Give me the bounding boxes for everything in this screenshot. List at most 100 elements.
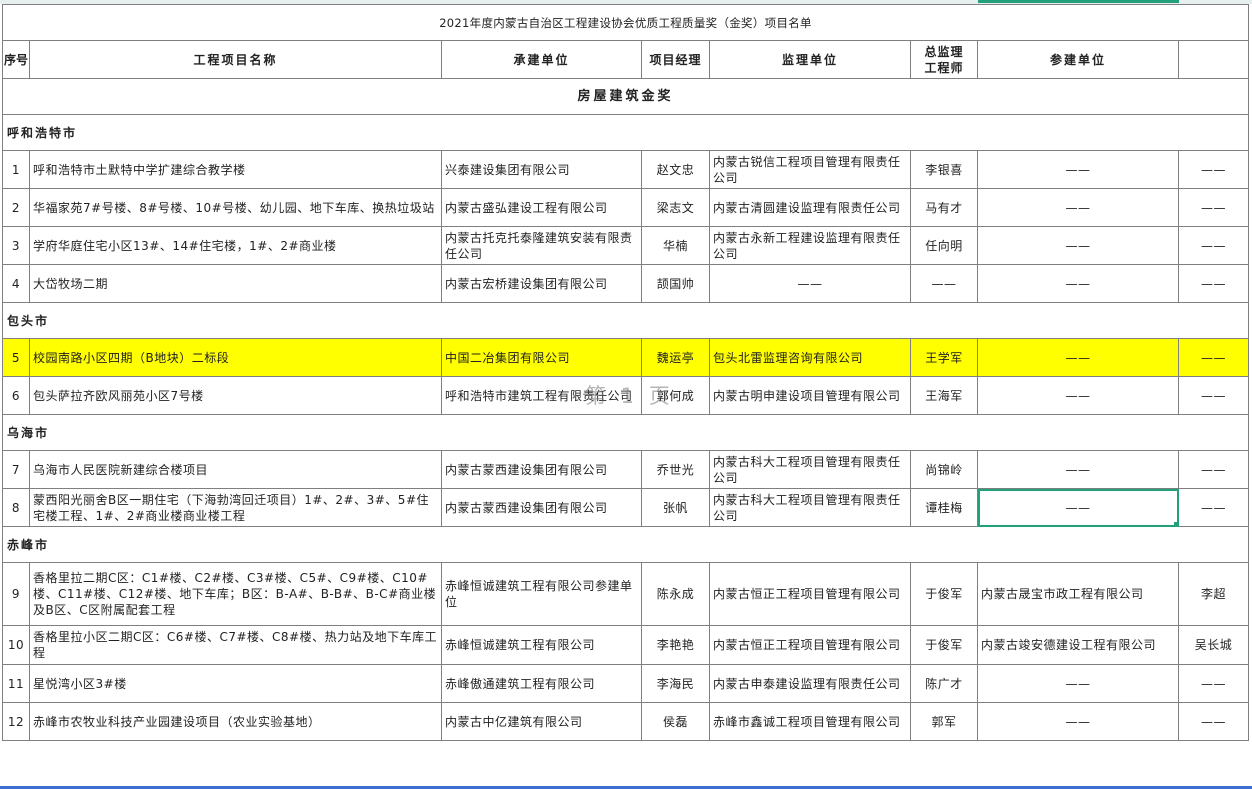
cell-no[interactable]: 4 [2,264,30,303]
cell-no[interactable]: 5 [2,338,30,377]
cell-chief[interactable]: 王学军 [910,338,978,377]
fill-handle[interactable] [1174,522,1178,526]
cell-project[interactable]: 学府华庭住宅小区13#、14#住宅楼，1#、2#商业楼 [29,226,442,265]
cell-extra[interactable]: —— [1177,226,1250,265]
cell-extra[interactable]: —— [1177,664,1250,703]
cell-extra[interactable]: 吴长城 [1177,625,1250,665]
sheet-title[interactable]: 2021年度内蒙古自治区工程建设协会优质工程质量奖（金奖）项目名单 [1,4,1250,41]
cell-project[interactable]: 蒙西阳光丽舍B区一期住宅（下海勃湾回迁项目）1#、2#、3#、5#住宅楼工程、1… [29,488,442,527]
cell-extra[interactable]: —— [1177,488,1250,527]
cell-project[interactable]: 赤峰市农牧业科技产业园建设项目（农业实验基地） [29,702,442,741]
cell-manager[interactable]: 郭何成 [641,376,710,415]
cell-supervisor[interactable]: 包头北雷监理咨询有限公司 [709,338,911,377]
cell-manager[interactable]: 乔世光 [641,450,710,489]
cell-extra[interactable]: —— [1177,150,1250,189]
cell-manager[interactable]: 李海民 [641,664,710,703]
cell-contractor[interactable]: 内蒙古宏桥建设集团有限公司 [441,264,642,303]
cell-chief[interactable]: 王海军 [910,376,978,415]
header-contractor[interactable]: 承建单位 [441,40,642,79]
cell-chief[interactable]: 于俊军 [910,562,978,626]
cell-chief[interactable]: 尚锦岭 [910,450,978,489]
cell-no[interactable]: 10 [2,625,30,665]
header-supervisor[interactable]: 监理单位 [709,40,911,79]
city-label[interactable]: 包头市 [1,302,1250,339]
cell-supervisor[interactable]: —— [709,264,911,303]
city-label[interactable]: 赤峰市 [1,526,1250,563]
cell-extra[interactable]: —— [1177,450,1250,489]
cell-manager[interactable]: 梁志文 [641,188,710,227]
cell-manager[interactable]: 陈永成 [641,562,710,626]
cell-contractor[interactable]: 赤峰恒诚建筑工程有限公司 [441,625,642,665]
cell-supervisor[interactable]: 赤峰市鑫诚工程项目管理有限公司 [709,702,911,741]
city-label[interactable]: 乌海市 [1,414,1250,451]
cell-supervisor[interactable]: 内蒙古恒正工程项目管理有限公司 [709,625,911,665]
header-chief-engineer[interactable]: 总监理 工程师 [910,40,978,79]
cell-contractor[interactable]: 赤峰恒诚建筑工程有限公司参建单位 [441,562,642,626]
cell-chief[interactable]: 任向明 [910,226,978,265]
cell-chief[interactable]: 陈广才 [910,664,978,703]
cell-no[interactable]: 3 [2,226,30,265]
cell-extra[interactable]: —— [1177,376,1250,415]
cell-participant[interactable]: —— [977,150,1179,189]
cell-project[interactable]: 呼和浩特市土默特中学扩建综合教学楼 [29,150,442,189]
cell-participant[interactable]: 内蒙古竣安德建设工程有限公司 [977,625,1179,665]
cell-contractor[interactable]: 内蒙古蒙西建设集团有限公司 [441,488,642,527]
header-project[interactable]: 工程项目名称 [29,40,442,79]
cell-project[interactable]: 香格里拉小区二期C区：C6#楼、C7#楼、C8#楼、热力站及地下车库工程 [29,625,442,665]
cell-contractor[interactable]: 内蒙古托克托泰隆建筑安装有限责任公司 [441,226,642,265]
cell-participant[interactable]: —— [977,450,1179,489]
selected-cell-participant[interactable]: —— [977,488,1179,527]
cell-supervisor[interactable]: 内蒙古科大工程项目管理有限责任公司 [709,450,911,489]
cell-no[interactable]: 11 [2,664,30,703]
header-participant[interactable]: 参建单位 [977,40,1179,79]
cell-project[interactable]: 乌海市人民医院新建综合楼项目 [29,450,442,489]
cell-extra[interactable]: —— [1177,338,1250,377]
cell-contractor[interactable]: 呼和浩特市建筑工程有限责任公司 [441,376,642,415]
cell-participant[interactable]: —— [977,338,1179,377]
cell-extra[interactable]: —— [1177,188,1250,227]
cell-contractor[interactable]: 内蒙古蒙西建设集团有限公司 [441,450,642,489]
header-manager[interactable]: 项目经理 [641,40,710,79]
header-extra[interactable] [1177,40,1250,79]
cell-no[interactable]: 7 [2,450,30,489]
cell-supervisor[interactable]: 内蒙古明申建设项目管理有限公司 [709,376,911,415]
cell-no[interactable]: 9 [2,562,30,626]
cell-no[interactable]: 8 [2,488,30,527]
cell-participant[interactable]: —— [977,664,1179,703]
cell-contractor[interactable]: 中国二冶集团有限公司 [441,338,642,377]
cell-supervisor[interactable]: 内蒙古永新工程建设监理有限责任公司 [709,226,911,265]
cell-manager[interactable]: 魏运亭 [641,338,710,377]
cell-project[interactable]: 大岱牧场二期 [29,264,442,303]
cell-manager[interactable]: 赵文忠 [641,150,710,189]
cell-chief[interactable]: —— [910,264,978,303]
cell-manager[interactable]: 颉国帅 [641,264,710,303]
cell-no[interactable]: 6 [2,376,30,415]
cell-supervisor[interactable]: 内蒙古恒正工程项目管理有限公司 [709,562,911,626]
cell-chief[interactable]: 于俊军 [910,625,978,665]
cell-project[interactable]: 包头萨拉齐欧风丽苑小区7号楼 [29,376,442,415]
cell-chief[interactable]: 郭军 [910,702,978,741]
cell-participant[interactable]: —— [977,188,1179,227]
cell-participant[interactable]: —— [977,376,1179,415]
cell-supervisor[interactable]: 内蒙古锐信工程项目管理有限责任公司 [709,150,911,189]
cell-supervisor[interactable]: 内蒙古申泰建设监理有限责任公司 [709,664,911,703]
cell-supervisor[interactable]: 内蒙古清圆建设监理有限责任公司 [709,188,911,227]
cell-extra[interactable]: —— [1177,264,1250,303]
cell-contractor[interactable]: 兴泰建设集团有限公司 [441,150,642,189]
cell-manager[interactable]: 侯磊 [641,702,710,741]
section-title[interactable]: 房屋建筑金奖 [1,78,1250,115]
cell-extra[interactable]: —— [1177,702,1250,741]
cell-chief[interactable]: 李银喜 [910,150,978,189]
cell-manager[interactable]: 李艳艳 [641,625,710,665]
cell-participant[interactable]: —— [977,264,1179,303]
cell-project[interactable]: 香格里拉二期C区：C1#楼、C2#楼、C3#楼、C5#、C9#楼、C10#楼、C… [29,562,442,626]
cell-participant[interactable]: 内蒙古晟宝市政工程有限公司 [977,562,1179,626]
cell-manager[interactable]: 张帆 [641,488,710,527]
cell-extra[interactable]: 李超 [1177,562,1250,626]
cell-chief[interactable]: 谭桂梅 [910,488,978,527]
cell-contractor[interactable]: 内蒙古盛弘建设工程有限公司 [441,188,642,227]
cell-no[interactable]: 1 [2,150,30,189]
cell-contractor[interactable]: 赤峰傲通建筑工程有限公司 [441,664,642,703]
cell-no[interactable]: 12 [2,702,30,741]
city-label[interactable]: 呼和浩特市 [1,114,1250,151]
